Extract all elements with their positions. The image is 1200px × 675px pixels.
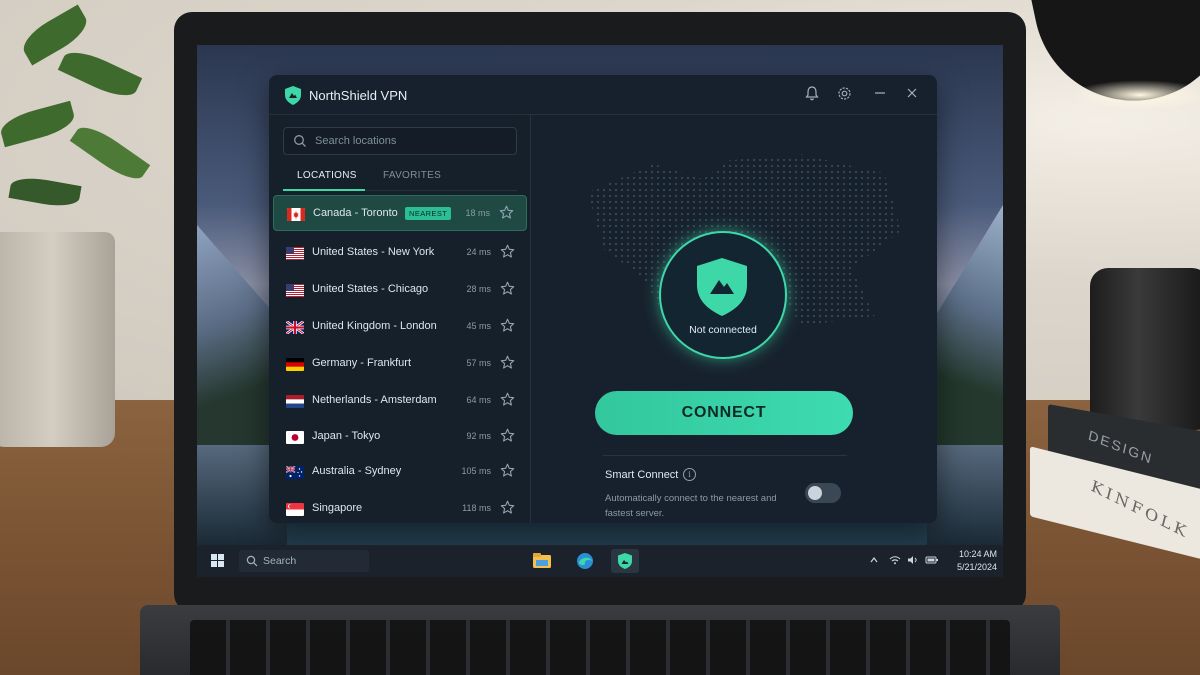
flag-gb-icon <box>286 321 304 334</box>
star-icon[interactable] <box>500 392 515 407</box>
location-ping: 64 ms <box>466 395 491 405</box>
location-ping: 18 ms <box>465 208 490 218</box>
star-icon[interactable] <box>500 318 515 333</box>
star-icon[interactable] <box>500 281 515 296</box>
laptop-screen: NorthShield VPN Search locations LOCATIO… <box>197 45 1003 577</box>
connection-panel: Not connected CONNECT Smart Connect i Au… <box>531 115 937 523</box>
star-icon[interactable] <box>499 205 514 220</box>
tab-locations[interactable]: LOCATIONS <box>297 170 357 181</box>
active-tab-indicator <box>283 189 365 191</box>
info-icon[interactable]: i <box>683 468 696 481</box>
nearest-badge: NEAREST <box>405 207 452 220</box>
search-placeholder: Search locations <box>315 135 397 147</box>
book-title-kinfolk: KINFOLK <box>1089 476 1191 543</box>
clock-time: 10:24 AM <box>958 549 997 559</box>
star-icon[interactable] <box>500 244 515 259</box>
location-tabs: LOCATIONS FAVORITES <box>283 165 517 191</box>
battery-icon[interactable] <box>925 555 939 568</box>
location-row[interactable]: United Kingdom - London 45 ms <box>273 309 527 345</box>
location-name: United Kingdom - London <box>312 320 437 332</box>
location-name: Germany - Frankfurt <box>312 357 412 369</box>
flag-us-icon <box>286 284 304 297</box>
location-ping: 92 ms <box>466 431 491 441</box>
bell-icon[interactable] <box>803 86 821 104</box>
chevron-up-icon[interactable] <box>869 555 879 568</box>
location-name: Singapore <box>312 502 363 514</box>
clock-date: 5/21/2024 <box>956 562 997 572</box>
location-row[interactable]: Australia - Sydney 105 ms <box>273 454 527 490</box>
mug <box>1090 268 1200 430</box>
smart-connect-description: Automatically connect to the nearest and… <box>605 493 777 519</box>
location-row[interactable]: United States - New York 24 ms <box>273 235 527 271</box>
connection-status: Not connected <box>689 324 757 336</box>
gear-icon[interactable] <box>835 86 853 104</box>
windows-start-icon[interactable] <box>211 554 225 568</box>
smart-connect-title: Smart Connect <box>605 469 679 481</box>
flag-us-icon <box>286 247 304 260</box>
lamp-glow <box>1070 80 1200 110</box>
wifi-icon[interactable] <box>889 555 901 568</box>
location-name: Canada - Toronto <box>313 207 398 219</box>
flag-sg-icon <box>286 503 304 516</box>
toggle-knob <box>808 486 822 500</box>
taskbar-search[interactable]: Search <box>239 550 369 572</box>
location-ping: 57 ms <box>466 358 491 368</box>
location-row[interactable]: Canada - Toronto NEAREST 18 ms <box>273 195 527 231</box>
location-row[interactable]: Netherlands - Amsterdam 64 ms <box>273 383 527 419</box>
shield-logo-icon <box>285 86 301 105</box>
file-explorer-icon[interactable] <box>528 549 556 573</box>
star-icon[interactable] <box>500 463 515 478</box>
close-icon[interactable] <box>903 86 921 104</box>
taskbar-search-label: Search <box>263 555 297 567</box>
flag-ca-icon <box>287 208 305 221</box>
flag-au-icon <box>286 466 304 479</box>
book-title-design: DESIGN <box>1087 426 1155 468</box>
flag-de-icon <box>286 358 304 371</box>
location-name: Australia - Sydney <box>312 465 402 477</box>
book-stack: DESIGN KINFOLK <box>1030 404 1200 564</box>
location-ping: 105 ms <box>461 466 491 476</box>
location-name: Japan - Tokyo <box>312 430 381 442</box>
location-row[interactable]: Japan - Tokyo 92 ms <box>273 419 527 455</box>
flag-jp-icon <box>286 431 304 444</box>
location-name: Netherlands - Amsterdam <box>312 394 437 406</box>
location-name: United States - New York <box>312 246 435 258</box>
star-icon[interactable] <box>500 500 515 515</box>
location-ping: 28 ms <box>466 284 491 294</box>
wallpaper-mountain-right <box>927 205 1003 455</box>
location-name: United States - Chicago <box>312 283 429 295</box>
shield-status-icon <box>697 258 747 316</box>
keyboard <box>190 620 1010 675</box>
flag-nl-icon <box>286 395 304 408</box>
plant-pot <box>0 232 115 447</box>
edge-browser-icon[interactable] <box>571 549 599 573</box>
app-title: NorthShield VPN <box>309 88 408 103</box>
taskbar: Search 10:24 AM 5/21/2024 <box>197 545 1003 577</box>
locations-sidebar: Search locations LOCATIONS FAVORITES Can… <box>269 115 531 523</box>
location-row[interactable]: Germany - Frankfurt 57 ms <box>273 346 527 382</box>
star-icon[interactable] <box>500 428 515 443</box>
connect-button[interactable]: CONNECT <box>595 391 853 435</box>
tab-favorites[interactable]: FAVORITES <box>383 170 441 181</box>
vpn-window: NorthShield VPN Search locations LOCATIO… <box>269 75 937 523</box>
vpn-taskbar-icon[interactable] <box>611 549 639 573</box>
taskbar-clock[interactable]: 10:24 AM 5/21/2024 <box>945 548 997 574</box>
location-ping: 45 ms <box>466 321 491 331</box>
smart-connect-toggle[interactable] <box>805 483 841 503</box>
minimize-icon[interactable] <box>871 86 889 104</box>
search-input[interactable]: Search locations <box>283 127 517 155</box>
search-icon <box>294 135 306 147</box>
divider <box>603 455 847 456</box>
titlebar: NorthShield VPN <box>269 75 937 115</box>
wallpaper-lake-right <box>927 445 1003 545</box>
location-row[interactable]: Singapore 118 ms <box>273 491 527 523</box>
volume-icon[interactable] <box>907 555 919 568</box>
location-ping: 24 ms <box>466 247 491 257</box>
star-icon[interactable] <box>500 355 515 370</box>
location-row[interactable]: United States - Chicago 28 ms <box>273 272 527 308</box>
search-icon <box>246 555 258 567</box>
location-ping: 118 ms <box>462 503 491 513</box>
